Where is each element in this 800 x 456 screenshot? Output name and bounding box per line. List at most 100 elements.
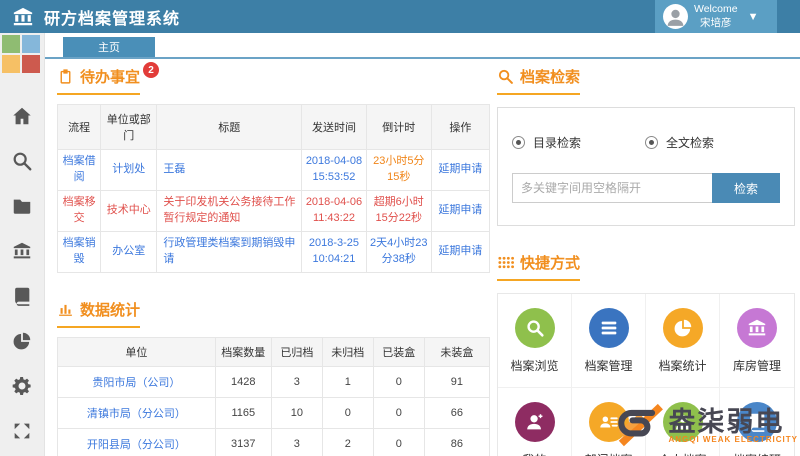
todo-subject[interactable]: 王磊 (157, 150, 302, 191)
shortcut-label: 档案浏览 (510, 357, 558, 374)
logo-square-orange (2, 55, 20, 73)
col-total: 档案数量 (215, 337, 271, 366)
col-send-time: 发送时间 (302, 105, 367, 150)
grid-dots-icon (497, 254, 514, 271)
brand-logo (0, 33, 42, 75)
table-row: 贵阳市局（公司） 1428 3 1 0 91 (58, 366, 490, 397)
logo-square-red (22, 55, 40, 73)
sidebar-item-search[interactable] (11, 150, 33, 172)
vendor-name: 盎柒弱电 ANGQI WEAK ELECTRICITY (668, 408, 798, 445)
search-row: 检索 (512, 173, 780, 203)
shortcut-label: 档案统计 (658, 357, 706, 374)
radio-fulltext-label: 全文检索 (666, 134, 714, 151)
vendor-watermark: 盎柒弱电 ANGQI WEAK ELECTRICITY (610, 398, 798, 454)
stat-boxed: 0 (373, 428, 424, 456)
col-subject: 标题 (157, 105, 302, 150)
table-row: 档案移交 技术中心 关于印发机关公务接待工作暂行规定的通知 2018-04-06… (58, 190, 490, 231)
vendor-logo-icon (610, 398, 668, 454)
main-left-column: 待办事宜 2 流程 单位或部门 标题 发送时间 倒计时 操作 档案借阅 计划处 (57, 66, 490, 456)
sidebar-item-records[interactable] (11, 285, 33, 307)
shortcut-label: 档案管理 (584, 357, 632, 374)
user-menu[interactable]: Welcome 宋培彦 ▼ (655, 0, 777, 33)
todo-dept: 办公室 (101, 231, 157, 272)
shortcuts-title: 快捷方式 (497, 252, 580, 281)
gear-icon (11, 375, 33, 397)
avatar (663, 4, 688, 29)
sidebar (0, 33, 45, 456)
todo-section-header: 待办事宜 2 (57, 66, 490, 95)
stat-boxed: 0 (373, 397, 424, 428)
postpone-link[interactable]: 延期申请 (431, 231, 489, 272)
unit-link[interactable]: 清镇市局（分公司） (58, 397, 216, 428)
search-button[interactable]: 检索 (712, 173, 780, 203)
todo-count-badge: 2 (143, 62, 159, 78)
stats-title: 数据统计 (57, 299, 140, 328)
todo-countdown: 2天4小时23分38秒 (366, 231, 431, 272)
tab-home[interactable]: 主页 (63, 37, 155, 57)
app-title: 研方档案管理系统 (44, 5, 180, 29)
person-plus-icon (515, 402, 555, 442)
app-header: 研方档案管理系统 Welcome 宋培彦 ▼ (0, 0, 800, 33)
shortcut-label: 我的 (522, 451, 546, 456)
sidebar-item-files[interactable] (11, 195, 33, 217)
magnifier-icon (515, 308, 555, 348)
search-panel: 目录检索 全文检索 检索 (497, 107, 795, 226)
postpone-link[interactable]: 延期申请 (431, 150, 489, 191)
sidebar-item-fullscreen[interactable] (11, 420, 33, 442)
search-icon (11, 150, 33, 172)
shortcut-my[interactable]: 我的 (498, 388, 572, 456)
col-unarchived: 未归档 (322, 337, 373, 366)
todo-countdown: 超期6小时15分22秒 (366, 190, 431, 231)
stat-total: 1428 (215, 366, 271, 397)
stat-total: 3137 (215, 428, 271, 456)
shortcut-archive-stats[interactable]: 档案统计 (646, 294, 720, 388)
shortcut-warehouse-manage[interactable]: 库房管理 (720, 294, 794, 388)
vendor-name-en: ANGQI WEAK ELECTRICITY (668, 436, 798, 444)
todo-dept: 技术中心 (101, 190, 157, 231)
stats-table-header: 单位 档案数量 已归档 未归档 已装盒 未装盒 (58, 337, 490, 366)
shortcut-label: 库房管理 (733, 357, 781, 374)
radio-fulltext-search[interactable] (645, 136, 658, 149)
search-input[interactable] (512, 173, 712, 203)
radio-catalog-search[interactable] (512, 136, 525, 149)
col-unit: 单位 (58, 337, 216, 366)
logo-square-blue (22, 35, 40, 53)
archive-bank-icon (11, 240, 33, 262)
tab-bar: 主页 (45, 33, 800, 59)
search-mode-row: 目录检索 全文检索 (512, 134, 780, 151)
unit-link[interactable]: 贵阳市局（公司） (58, 366, 216, 397)
col-flow: 流程 (58, 105, 101, 150)
col-action: 操作 (431, 105, 489, 150)
sidebar-item-settings[interactable] (11, 375, 33, 397)
todo-title: 待办事宜 (57, 66, 140, 95)
sidebar-item-stats[interactable] (11, 330, 33, 352)
shortcut-archive-browse[interactable]: 档案浏览 (498, 294, 572, 388)
sidebar-nav (0, 105, 44, 442)
unit-link[interactable]: 开阳县局（分公司） (58, 428, 216, 456)
col-archived: 已归档 (271, 337, 322, 366)
sidebar-item-home[interactable] (11, 105, 33, 127)
stat-archived: 3 (271, 366, 322, 397)
col-boxed: 已装盒 (373, 337, 424, 366)
stats-section-header: 数据统计 (57, 299, 490, 328)
person-icon (663, 4, 688, 29)
stat-total: 1165 (215, 397, 271, 428)
col-unboxed: 未装盒 (424, 337, 489, 366)
stat-unboxed: 86 (424, 428, 489, 456)
welcome-text: Welcome 宋培彦 (694, 3, 738, 29)
todo-flow: 档案借阅 (58, 150, 101, 191)
stat-unarchived: 2 (322, 428, 373, 456)
bank-logo-icon (10, 6, 36, 28)
fullscreen-icon (11, 420, 33, 442)
todo-flow: 档案移交 (58, 190, 101, 231)
todo-subject[interactable]: 行政管理类档案到期销毁申请 (157, 231, 302, 272)
todo-table-header: 流程 单位或部门 标题 发送时间 倒计时 操作 (58, 105, 490, 150)
search-section-header: 档案检索 (497, 66, 795, 95)
postpone-link[interactable]: 延期申请 (431, 190, 489, 231)
todo-flow: 档案销毁 (58, 231, 101, 272)
stat-unarchived: 1 (322, 366, 373, 397)
todo-subject[interactable]: 关于印发机关公务接待工作暂行规定的通知 (157, 190, 302, 231)
sidebar-item-archive[interactable] (11, 240, 33, 262)
todo-dept: 计划处 (101, 150, 157, 191)
shortcut-archive-manage[interactable]: 档案管理 (572, 294, 646, 388)
